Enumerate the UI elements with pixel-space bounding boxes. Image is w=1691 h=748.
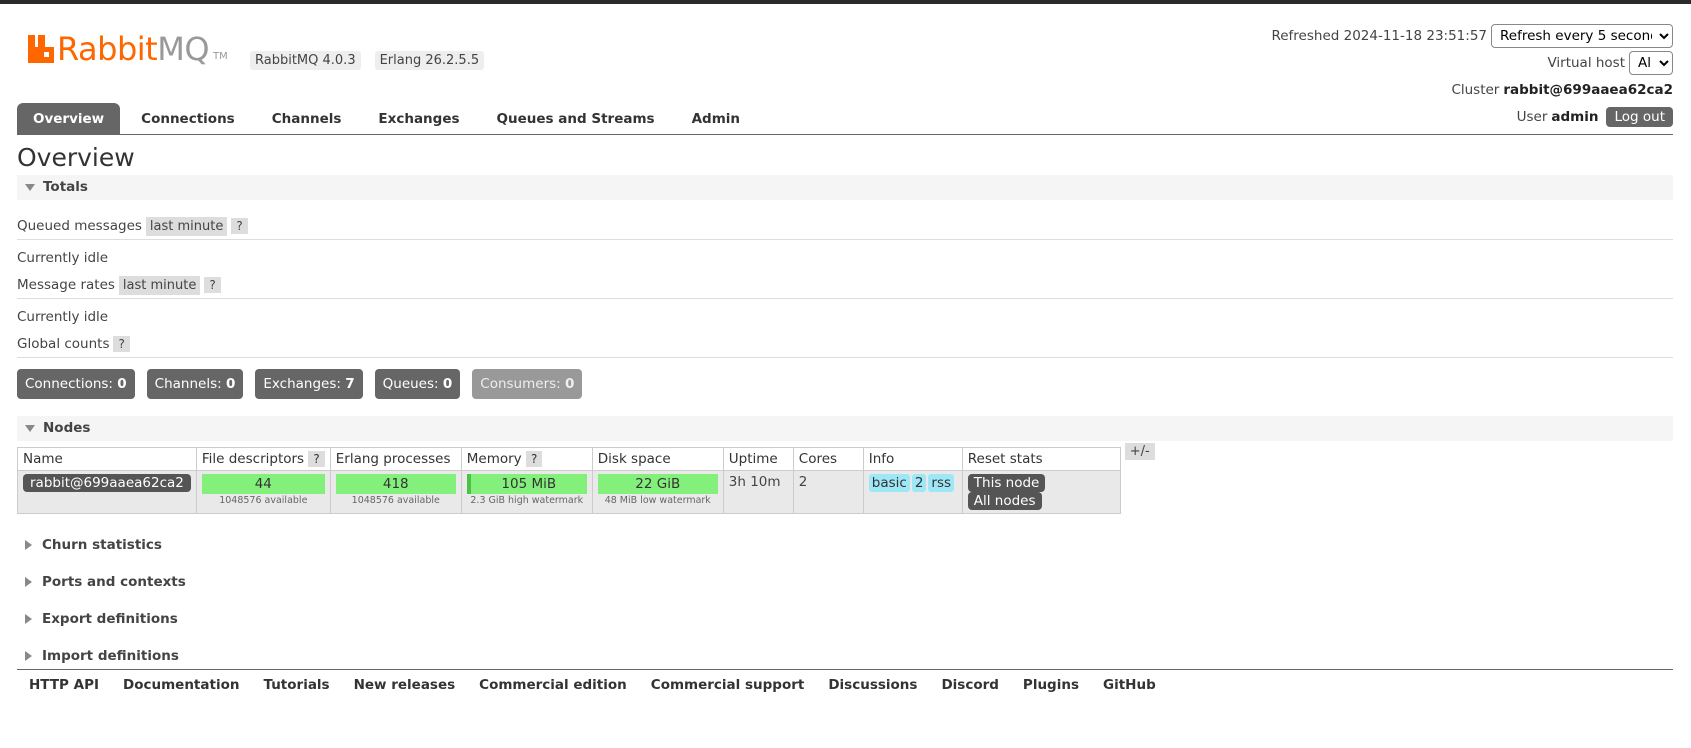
footer-link-new-releases[interactable]: New releases — [342, 677, 468, 693]
node-name-link[interactable]: rabbit@699aaea62ca2 — [23, 474, 191, 492]
message-rates-header: Message rates last minute ? — [17, 272, 1673, 299]
collapsed-triangle-icon — [25, 613, 32, 624]
totals-title: Totals — [43, 179, 88, 195]
global-help-icon[interactable]: ? — [113, 336, 130, 352]
rates-help-icon[interactable]: ? — [204, 277, 221, 293]
columns-toggle-button[interactable]: +/- — [1124, 443, 1155, 460]
memory-help-icon[interactable]: ? — [525, 451, 543, 467]
expand-triangle-icon — [25, 184, 35, 191]
footer-link-discussions[interactable]: Discussions — [816, 677, 929, 693]
procs-available: 1048576 available — [351, 495, 440, 506]
consumers-count-button[interactable]: Consumers: 0 — [472, 369, 583, 399]
collapsed-triangle-icon — [25, 576, 32, 587]
info-tag-basic: basic — [868, 474, 910, 492]
footer-link-http-api[interactable]: HTTP API — [17, 677, 111, 693]
global-counts: Connections: 0 Channels: 0 Exchanges: 7 … — [17, 369, 1673, 399]
col-memory: Memory ? — [460, 447, 593, 471]
fd-available: 1048576 available — [219, 495, 308, 506]
queued-messages-label: Queued messages — [17, 218, 142, 234]
message-rates-label: Message rates — [17, 277, 115, 293]
refreshed-label: Refreshed 2024-11-18 23:51:57 — [1271, 27, 1487, 44]
fd-bar: 44 — [201, 474, 325, 494]
col-info: Info — [862, 447, 963, 471]
nodes-section-header[interactable]: Nodes — [17, 416, 1673, 441]
rabbitmq-logo[interactable]: RabbitMQ TM — [28, 30, 228, 66]
footer-link-commercial-edition[interactable]: Commercial edition — [467, 677, 639, 693]
ports-and-contexts-section[interactable]: Ports and contexts — [17, 563, 1673, 600]
disk-watermark: 48 MiB low watermark — [604, 495, 711, 506]
tab-connections[interactable]: Connections — [125, 103, 251, 135]
table-row: rabbit@699aaea62ca2 44 1048576 available… — [17, 470, 1121, 514]
rates-idle-text: Currently idle — [17, 309, 109, 325]
tab-exchanges[interactable]: Exchanges — [362, 103, 475, 135]
page-title: Overview — [17, 143, 135, 172]
logo-mq-text: MQ — [157, 30, 209, 68]
reset-all-nodes-button[interactable]: All nodes — [967, 492, 1042, 510]
fd-help-icon[interactable]: ? — [308, 451, 325, 467]
footer-link-discord[interactable]: Discord — [929, 677, 1010, 693]
queued-range-toggle[interactable]: last minute — [145, 216, 228, 236]
nodes-table: Name File descriptors ? Erlang processes… — [17, 447, 1121, 514]
expand-triangle-icon — [25, 425, 35, 432]
reset-this-node-button[interactable]: This node — [967, 474, 1046, 492]
logo-rabbit-text: Rabbit — [57, 30, 158, 68]
rabbit-icon — [28, 35, 54, 63]
tab-queues-and-streams[interactable]: Queues and Streams — [481, 103, 671, 135]
footer-link-commercial-support[interactable]: Commercial support — [639, 677, 817, 693]
logo-tm: TM — [213, 51, 228, 62]
queues-count-button[interactable]: Queues: 0 — [374, 369, 461, 399]
global-counts-label: Global counts — [17, 336, 110, 352]
tab-channels[interactable]: Channels — [256, 103, 358, 135]
col-cores: Cores — [792, 447, 864, 471]
footer-link-plugins[interactable]: Plugins — [1011, 677, 1091, 693]
global-counts-header: Global counts ? — [17, 331, 1673, 358]
queued-idle-text: Currently idle — [17, 250, 109, 266]
collapsed-triangle-icon — [25, 650, 32, 661]
versions: RabbitMQ 4.0.3 Erlang 26.2.5.5 — [250, 51, 485, 70]
footer-links: HTTP API Documentation Tutorials New rel… — [17, 669, 1673, 693]
footer-link-documentation[interactable]: Documentation — [111, 677, 251, 693]
col-uptime: Uptime — [722, 447, 794, 471]
vhost-label: Virtual host — [1547, 54, 1625, 71]
footer-link-github[interactable]: GitHub — [1091, 677, 1168, 693]
totals-section-header[interactable]: Totals — [17, 175, 1673, 200]
info-tag-rss: rss — [928, 474, 955, 492]
connections-count-button[interactable]: Connections: 0 — [17, 369, 135, 399]
refresh-interval-select[interactable]: Refresh every 5 seconds — [1491, 23, 1673, 48]
vhost-select[interactable]: All — [1629, 50, 1673, 75]
footer-link-tutorials[interactable]: Tutorials — [251, 677, 341, 693]
memory-bar: 105 MiB — [466, 474, 587, 494]
collapsed-triangle-icon — [25, 539, 32, 550]
queued-help-icon[interactable]: ? — [231, 218, 248, 234]
exchanges-count-button[interactable]: Exchanges: 7 — [255, 369, 363, 399]
col-disk-space: Disk space — [591, 447, 724, 471]
rabbitmq-version: RabbitMQ 4.0.3 — [250, 51, 361, 70]
cluster-name: rabbit@699aaea62ca2 — [1503, 81, 1673, 98]
col-reset-stats: Reset stats — [961, 447, 1121, 471]
nodes-title: Nodes — [43, 420, 91, 436]
queued-messages-header: Queued messages last minute ? — [17, 213, 1673, 240]
churn-statistics-section[interactable]: Churn statistics — [17, 526, 1673, 563]
tab-overview[interactable]: Overview — [17, 103, 121, 135]
channels-count-button[interactable]: Channels: 0 — [146, 369, 244, 399]
procs-bar: 418 — [335, 474, 456, 494]
tab-admin[interactable]: Admin — [676, 103, 756, 135]
memory-watermark: 2.3 GiB high watermark — [470, 495, 584, 506]
cores-value: 2 — [792, 470, 864, 514]
uptime-value: 3h 10m — [722, 470, 794, 514]
col-file-descriptors: File descriptors ? — [195, 447, 331, 471]
rates-range-toggle[interactable]: last minute — [118, 275, 201, 295]
cluster-label: Cluster — [1451, 81, 1500, 98]
info-tag-version: 2 — [911, 474, 927, 492]
main-tabs: Overview Connections Channels Exchanges … — [17, 103, 1673, 135]
export-definitions-section[interactable]: Export definitions — [17, 600, 1673, 637]
disk-bar: 22 GiB — [597, 474, 718, 494]
col-name: Name — [17, 447, 197, 471]
erlang-version: Erlang 26.2.5.5 — [374, 51, 485, 70]
col-erlang-processes: Erlang processes — [329, 447, 462, 471]
